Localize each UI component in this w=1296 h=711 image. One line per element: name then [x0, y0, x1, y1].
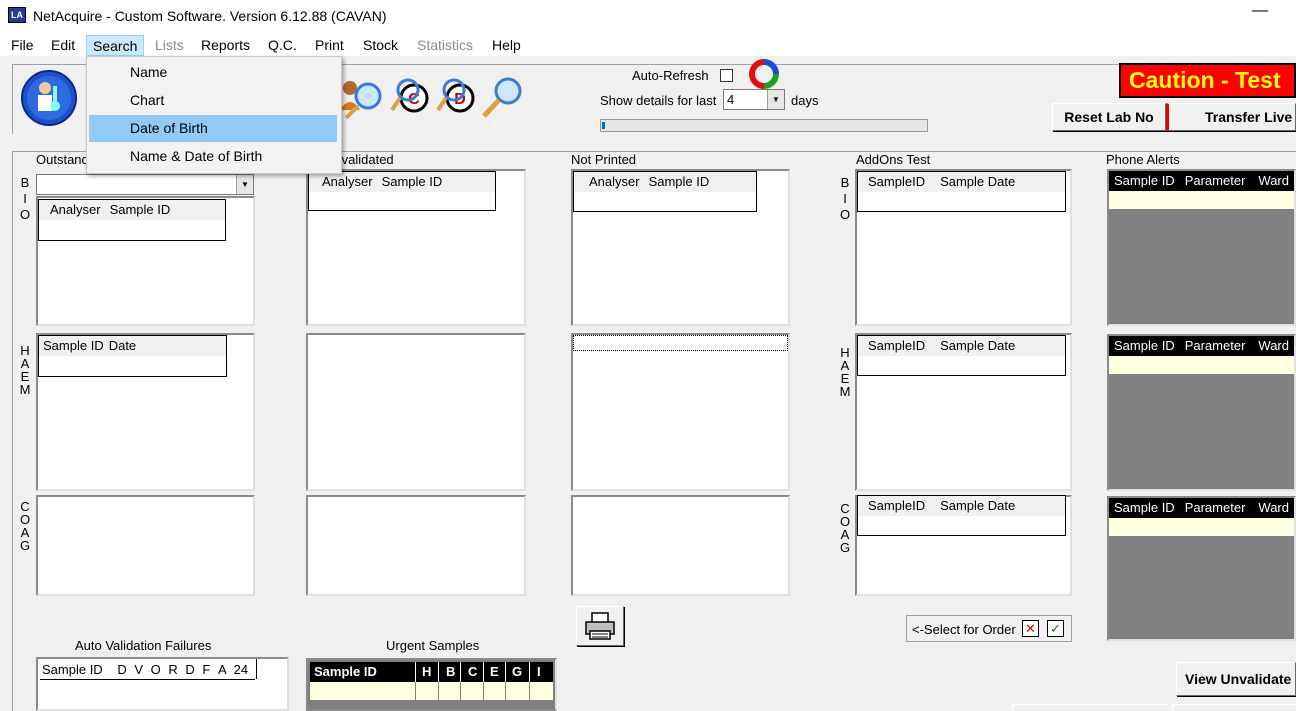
- search-menu-dropdown: Name Chart Date of Birth Name & Date of …: [86, 56, 342, 174]
- view-unvalidated-button[interactable]: View Unvalidate: [1176, 662, 1296, 696]
- focus-row: [573, 335, 788, 351]
- refresh-progress-bar: [600, 119, 928, 132]
- urgent-samples-grid[interactable]: Sample ID H B C E G I: [306, 658, 557, 711]
- transfer-live-button[interactable]: Transfer Live: [1166, 103, 1296, 131]
- not-printed-coag-panel[interactable]: [571, 495, 790, 596]
- auto-validation-title: Auto Validation Failures: [75, 638, 212, 653]
- addons-coag-label: COAG: [839, 501, 851, 555]
- days-value: 4: [727, 92, 735, 107]
- not-printed-bio-grid[interactable]: Analyser Sample ID: [573, 171, 757, 212]
- search-by-chart-item[interactable]: Chart: [89, 87, 337, 114]
- person-search-icon: [340, 81, 382, 120]
- search-d-icon: D: [436, 78, 475, 113]
- outstanding-select[interactable]: ▼: [36, 174, 254, 195]
- not-printed-haem-panel[interactable]: [571, 333, 790, 491]
- magnifier-icon: [482, 77, 522, 118]
- unvalidated-haem-panel[interactable]: [306, 333, 526, 491]
- select-for-order-group: <-Select for Order ✕ ✓: [906, 615, 1072, 642]
- phone-alerts-heading: Phone Alerts: [1106, 152, 1180, 167]
- menu-search[interactable]: Search: [86, 35, 145, 56]
- printer-icon: [585, 612, 615, 640]
- unvalidated-bio-grid[interactable]: Analyser Sample ID: [308, 171, 496, 211]
- menu-edit[interactable]: Edit: [45, 35, 81, 56]
- chevron-down-icon: ▼: [767, 90, 784, 109]
- menu-stock[interactable]: Stock: [357, 35, 404, 56]
- search-by-name-dob-item[interactable]: Name & Date of Birth: [89, 143, 337, 170]
- outstanding-bio-grid[interactable]: Analyser Sample ID: [38, 199, 226, 241]
- coag-label: COAG: [19, 499, 31, 553]
- chevron-down-icon: ▼: [236, 175, 253, 194]
- menu-lists[interactable]: Lists: [149, 35, 190, 56]
- auto-validation-panel[interactable]: Sample ID D V O R D F A 24: [36, 657, 289, 711]
- addons-bio-label: BIO: [839, 175, 851, 222]
- menu-print[interactable]: Print: [309, 35, 350, 56]
- bottom-button-left[interactable]: [1012, 704, 1168, 711]
- cancel-order-icon[interactable]: ✕: [1022, 620, 1039, 637]
- addons-coag-grid[interactable]: SampleID Sample Date: [857, 495, 1066, 536]
- minimize-button[interactable]: —: [1250, 2, 1270, 28]
- search-tools: C D: [338, 76, 528, 120]
- menu-reports[interactable]: Reports: [195, 35, 256, 56]
- days-select[interactable]: 4 ▼: [723, 89, 785, 110]
- search-by-dob-item[interactable]: Date of Birth: [89, 115, 337, 142]
- bottom-button-right[interactable]: [1172, 704, 1296, 711]
- menu-bar: File Edit Search Lists Reports Q.C. Prin…: [0, 32, 1296, 56]
- reset-lab-no-button[interactable]: Reset Lab No: [1052, 103, 1166, 131]
- menu-help[interactable]: Help: [486, 35, 527, 56]
- unvalidated-coag-panel[interactable]: [306, 495, 526, 596]
- phone-alerts-bio-panel[interactable]: Sample ID Parameter Ward: [1107, 169, 1296, 326]
- phone-alerts-coag-panel[interactable]: Sample ID Parameter Ward: [1107, 496, 1296, 641]
- print-button[interactable]: [576, 606, 624, 646]
- addons-bio-grid[interactable]: SampleID Sample Date: [857, 171, 1066, 212]
- urgent-samples-header: Sample ID H B C E G I: [310, 662, 553, 682]
- progress-fill: [602, 122, 605, 129]
- table-row[interactable]: [1109, 356, 1294, 374]
- table-row[interactable]: [310, 682, 553, 700]
- title-bar: LA NetAcquire - Custom Software. Version…: [0, 0, 1296, 32]
- caution-banner: Caution - Test: [1119, 63, 1296, 98]
- refresh-icon[interactable]: [747, 59, 781, 89]
- menu-statistics[interactable]: Statistics: [411, 35, 479, 56]
- show-details-label: Show details for last: [600, 93, 717, 108]
- urgent-samples-title: Urgent Samples: [386, 638, 480, 653]
- search-by-name-item[interactable]: Name: [89, 59, 337, 86]
- confirm-order-icon[interactable]: ✓: [1047, 620, 1064, 637]
- haem-label: HAEM: [19, 343, 31, 397]
- search-c-icon: C: [390, 78, 429, 113]
- app-icon: LA: [8, 7, 26, 23]
- phone-alerts-haem-panel[interactable]: Sample ID Parameter Ward: [1107, 334, 1296, 491]
- lab-logo-icon[interactable]: [18, 68, 80, 128]
- outstanding-haem-grid[interactable]: Sample ID Date: [38, 335, 227, 377]
- not-printed-heading: Not Printed: [571, 152, 637, 167]
- bio-label: BIO: [19, 175, 31, 222]
- menu-file[interactable]: File: [5, 35, 40, 56]
- auto-validation-header: Sample ID D V O R D F A 24: [42, 662, 249, 677]
- addons-haem-grid[interactable]: SampleID Sample Date: [857, 335, 1066, 376]
- menu-qc[interactable]: Q.C.: [262, 35, 303, 56]
- table-row[interactable]: [1109, 518, 1294, 536]
- days-label: days: [791, 93, 819, 108]
- addons-haem-label: HAEM: [839, 345, 851, 399]
- table-row[interactable]: [1109, 191, 1294, 209]
- outstanding-coag-panel[interactable]: [36, 495, 255, 596]
- auto-refresh-label: Auto-Refresh: [632, 68, 709, 83]
- addons-heading: AddOns Test: [856, 152, 931, 167]
- window-title: NetAcquire - Custom Software. Version 6.…: [33, 8, 387, 24]
- select-for-order-label: <-Select for Order: [912, 622, 1016, 637]
- auto-refresh-checkbox[interactable]: [720, 69, 733, 82]
